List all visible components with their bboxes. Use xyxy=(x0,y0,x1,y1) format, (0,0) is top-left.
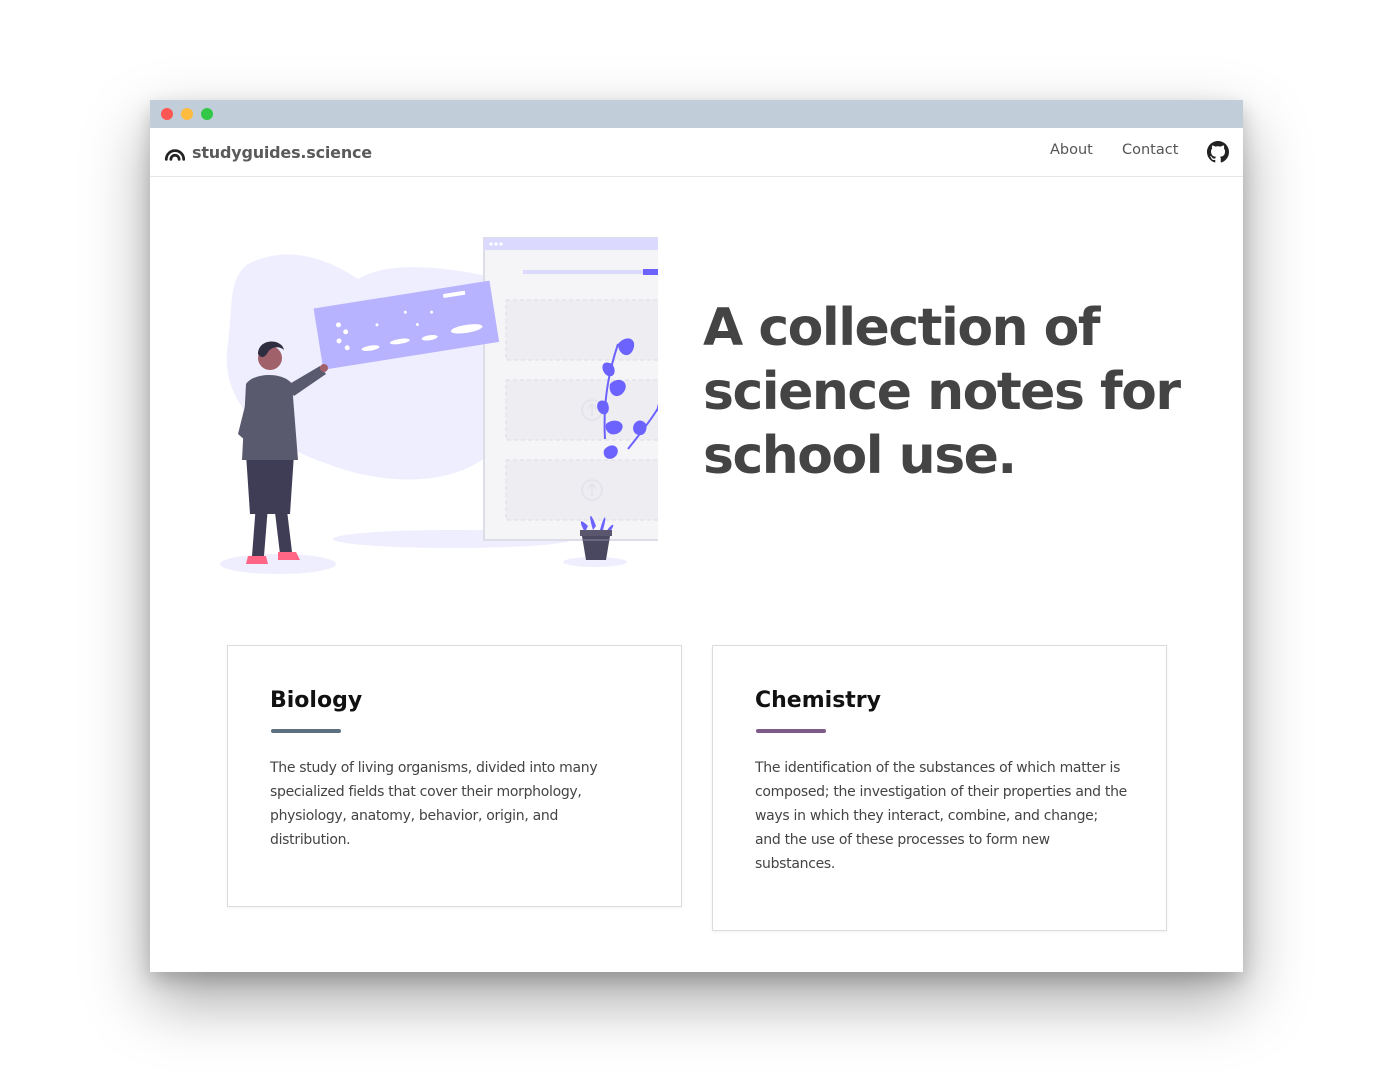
card-biology[interactable]: Biology The study of living organisms, d… xyxy=(227,645,682,907)
hero-illustration xyxy=(220,237,658,574)
brand-name: studyguides.science xyxy=(192,142,372,162)
card-title: Biology xyxy=(270,688,363,713)
card-description: The identification of the substances of … xyxy=(755,760,1127,872)
brand-link[interactable]: studyguides.science xyxy=(164,140,372,164)
card-accent-line xyxy=(271,729,341,733)
minimize-window-button[interactable] xyxy=(181,108,193,120)
navbar: studyguides.science About Contact xyxy=(150,128,1243,177)
close-window-button[interactable] xyxy=(161,108,173,120)
maximize-window-button[interactable] xyxy=(201,108,213,120)
browser-window: studyguides.science About Contact A coll… xyxy=(150,100,1243,972)
rainbow-arc-icon xyxy=(164,149,186,161)
hero-title: A collection of science notes for school… xyxy=(703,298,1181,486)
card-description: The study of living organisms, divided i… xyxy=(270,760,598,848)
nav-link-contact[interactable]: Contact xyxy=(1122,142,1178,158)
github-icon[interactable] xyxy=(1207,141,1229,163)
window-titlebar xyxy=(150,100,1243,128)
card-accent-line xyxy=(756,729,826,733)
card-title: Chemistry xyxy=(755,688,881,713)
nav-link-about[interactable]: About xyxy=(1050,142,1093,158)
card-chemistry[interactable]: Chemistry The identification of the subs… xyxy=(712,645,1167,931)
